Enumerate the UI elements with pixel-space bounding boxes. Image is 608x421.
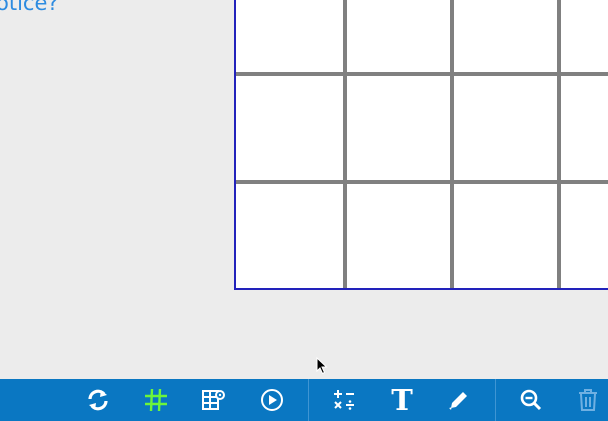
operations-icon xyxy=(334,390,354,410)
toolbar-divider xyxy=(308,379,309,421)
grid-line xyxy=(557,0,561,288)
question-prompt-text: otice? xyxy=(0,0,59,15)
grid-line xyxy=(236,72,608,76)
pencil-button[interactable] xyxy=(439,379,479,421)
refresh-button[interactable] xyxy=(78,379,118,421)
delete-button[interactable] xyxy=(568,379,608,421)
pencil-icon xyxy=(449,392,467,410)
text-tool-button[interactable]: T xyxy=(382,379,422,421)
app-stage: otice? T xyxy=(0,0,608,421)
operations-button[interactable] xyxy=(324,379,364,421)
play-button[interactable] xyxy=(252,379,292,421)
refresh-icon xyxy=(88,389,108,411)
grid-board[interactable] xyxy=(234,0,608,290)
play-circle-icon xyxy=(261,389,283,411)
zoom-out-icon xyxy=(520,389,542,411)
text-icon: T xyxy=(391,383,413,417)
bottom-toolbar: T xyxy=(0,379,608,421)
grid-line xyxy=(236,180,608,184)
zoom-out-button[interactable] xyxy=(511,379,551,421)
grid-line xyxy=(450,0,454,288)
grid-toggle-button[interactable] xyxy=(136,379,176,421)
hash-grid-icon xyxy=(145,388,167,412)
mouse-pointer-icon xyxy=(316,357,328,375)
trash-icon xyxy=(579,389,597,411)
grid-line xyxy=(343,0,347,288)
toolbar-divider xyxy=(495,379,496,421)
grid-settings-button[interactable] xyxy=(193,379,233,421)
grid-settings-icon xyxy=(202,390,225,410)
